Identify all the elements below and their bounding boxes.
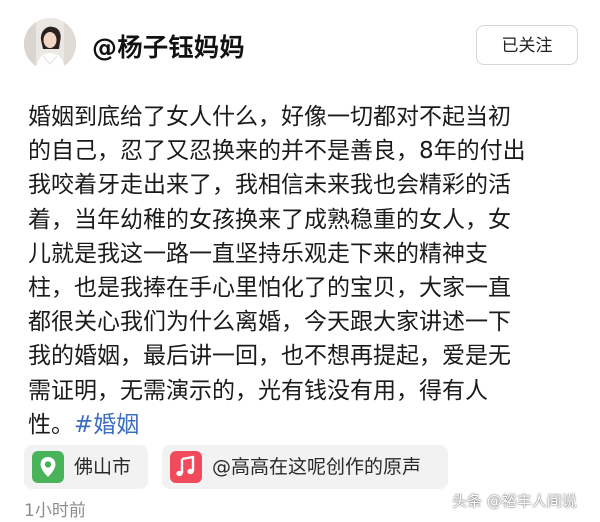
hashtag-link[interactable]: #婚姻 [74,412,139,438]
music-note-icon [170,451,202,483]
location-label: 佛山市 [74,456,132,478]
music-label: @高高在这呢创作的原声 [212,456,422,478]
post-last-line: 性。#婚姻 [28,408,576,442]
post-line: 需证明，无需演示的，光有钱没有用，得有人 [28,377,488,404]
post-line: 儿就是我这一路一直坚持乐观走下来的精神支 [28,240,488,267]
post-line: 柱，也是我捧在手心里怕化了的宝贝，大家一直 [28,274,511,301]
post-line: 都很关心我们为什么离婚，今天跟大家讲述一下 [28,309,511,336]
post-line: 婚姻到底给了女人什么，好像一切都对不起当初 [28,104,511,130]
post-line: 着，当年幼稚的女孩换来了成熟稳重的女人，女 [28,206,511,233]
location-chip[interactable]: 佛山市 [24,445,148,489]
post-text: 婚姻到底给了女人什么，好像一切都对不起当初 的自己，忍了又忍换来的并不是善良，8… [28,100,576,442]
avatar[interactable] [24,18,76,70]
follow-button[interactable]: 已关注 [476,25,578,65]
avatar-photo-icon [24,18,76,70]
username[interactable]: @杨子钰妈妈 [92,28,245,64]
watermark: 头条 @裕丰人间说 [452,492,577,510]
post-line: 我的婚姻，最后讲一回，也不想再提起，爱是无 [28,343,511,370]
post-last-line-text: 性。 [28,411,74,438]
post-header: @杨子钰妈妈 已关注 [0,0,600,80]
post-chips: 佛山市 @高高在这呢创作的原声 [24,445,584,489]
post-line: 我咬着牙走出来了，我相信未来我也会精彩的活 [28,172,511,199]
location-pin-icon [32,451,64,483]
music-chip[interactable]: @高高在这呢创作的原声 [162,445,448,489]
post-line: 的自己，忍了又忍换来的并不是善良，8年的付出 [28,138,526,165]
